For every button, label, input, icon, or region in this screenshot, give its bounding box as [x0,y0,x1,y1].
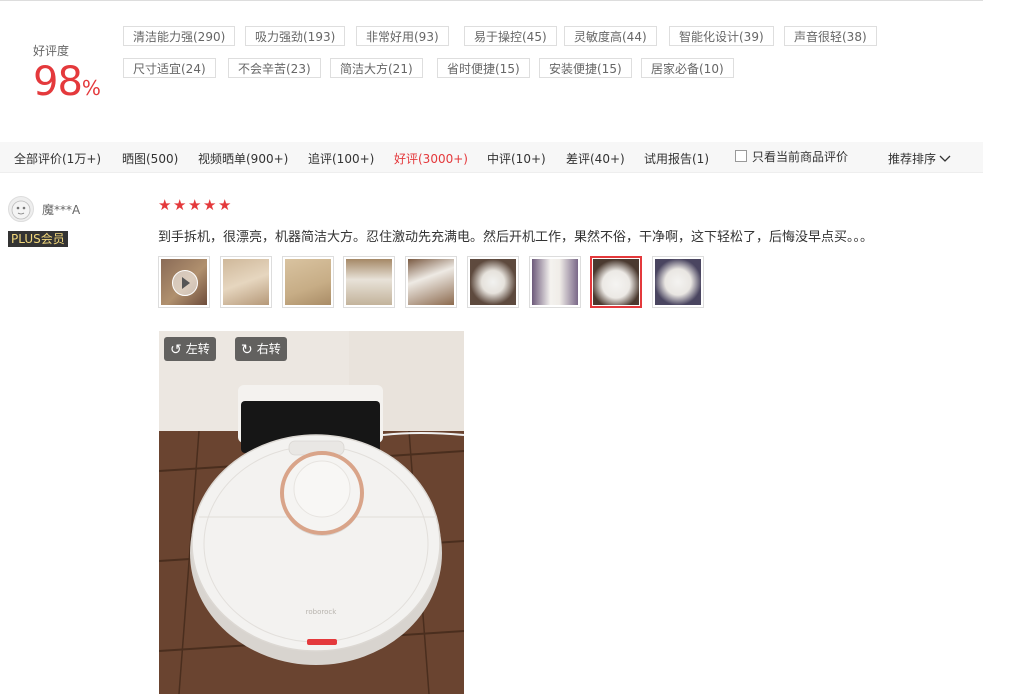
tag-item[interactable]: 智能化设计(39) [669,26,774,46]
video-thumbnail[interactable] [158,256,210,308]
thumbnail-image [285,259,331,305]
tag-item[interactable]: 安装便捷(15) [539,58,632,78]
tag-item[interactable]: 居家必备(10) [641,58,734,78]
rotate-right-icon: ↻ [241,342,253,358]
photo-thumbnail[interactable] [467,256,519,308]
filter-videos[interactable]: 视频晒单(900+) [198,150,288,167]
thumbnail-image [593,259,639,305]
filter-neutral[interactable]: 中评(10+) [487,150,546,167]
only-current-product-checkbox[interactable]: 只看当前商品评价 [735,148,848,165]
rotate-right-button[interactable]: ↻ 右转 [235,337,287,361]
tag-item[interactable]: 不会辛苦(23) [228,58,321,78]
photo-thumbnail[interactable] [220,256,272,308]
star-icon: ★ [158,196,172,214]
star-icon: ★ [218,196,232,214]
rotate-right-label: 右转 [256,342,281,356]
tag-item[interactable]: 声音很轻(38) [784,26,877,46]
tag-item[interactable]: 吸力强劲(193) [245,26,346,46]
filter-photos[interactable]: 晒图(500) [122,150,178,167]
rotate-left-button[interactable]: ↺ 左转 [164,337,216,361]
sort-label: 推荐排序 [888,152,937,166]
filter-followup[interactable]: 追评(100+) [308,150,374,167]
product-photo: roborock [159,331,464,694]
review-filter-bar: 全部评价(1万+) 晒图(500) 视频晒单(900+) 追评(100+) 好评… [0,142,983,173]
plus-member-badge: PLUS会员 [8,231,68,247]
play-icon [172,270,198,296]
thumbnail-image [470,259,516,305]
photo-thumbnail[interactable] [529,256,581,308]
avatar-face-icon [11,200,31,220]
photo-thumbnail[interactable] [652,256,704,308]
thumbnail-image [346,259,392,305]
sort-dropdown[interactable]: 推荐排序 [888,150,951,167]
filter-trial-report[interactable]: 试用报告(1) [644,150,709,167]
thumbnail-image [655,259,701,305]
tag-item[interactable]: 非常好用(93) [356,26,449,46]
rating-number: 98 [33,59,83,105]
rating-block: 好评度 98% [33,42,101,105]
tag-item[interactable]: 易于操控(45) [464,26,557,46]
star-icon: ★ [188,196,202,214]
tag-item[interactable]: 尺寸适宜(24) [123,58,216,78]
tag-item[interactable]: 省时便捷(15) [437,58,530,78]
chevron-down-icon [939,155,951,162]
photo-viewer[interactable]: roborock ↺ 左转 ↻ 右转 [159,331,464,694]
star-icon: ★ [173,196,187,214]
rating-value: 98% [33,59,101,105]
checkbox-icon[interactable] [735,150,747,162]
tag-item[interactable]: 清洁能力强(290) [123,26,236,46]
thumbnail-image [532,259,578,305]
tag-item[interactable]: 简洁大方(21) [330,58,423,78]
rotate-left-label: 左转 [185,342,210,356]
top-divider [0,0,983,1]
filter-positive[interactable]: 好评(3000+) [394,150,468,167]
review-username: 魔***A [42,203,81,217]
photo-thumbnail-selected[interactable] [590,256,642,308]
photo-thumbnail[interactable] [343,256,395,308]
rating-label: 好评度 [33,44,70,58]
thumbnail-image [223,259,269,305]
photo-thumbnail[interactable] [282,256,334,308]
rotate-left-icon: ↺ [170,342,182,358]
avatar[interactable] [8,196,34,222]
only-current-label: 只看当前商品评价 [752,150,849,164]
rating-unit: % [81,76,101,100]
tag-item[interactable]: 灵敏度高(44) [564,26,657,46]
thumbnail-image [408,259,454,305]
review-text: 到手拆机，很漂亮，机器简洁大方。忍住激动先充满电。然后开机工作，果然不俗，干净啊… [158,230,874,245]
filter-all[interactable]: 全部评价(1万+) [14,150,101,167]
star-icon: ★ [203,196,217,214]
photo-brand-text: roborock [306,608,338,616]
photo-thumbnail[interactable] [405,256,457,308]
filter-negative[interactable]: 差评(40+) [566,150,625,167]
star-rating: ★ ★ ★ ★ ★ [158,195,233,214]
